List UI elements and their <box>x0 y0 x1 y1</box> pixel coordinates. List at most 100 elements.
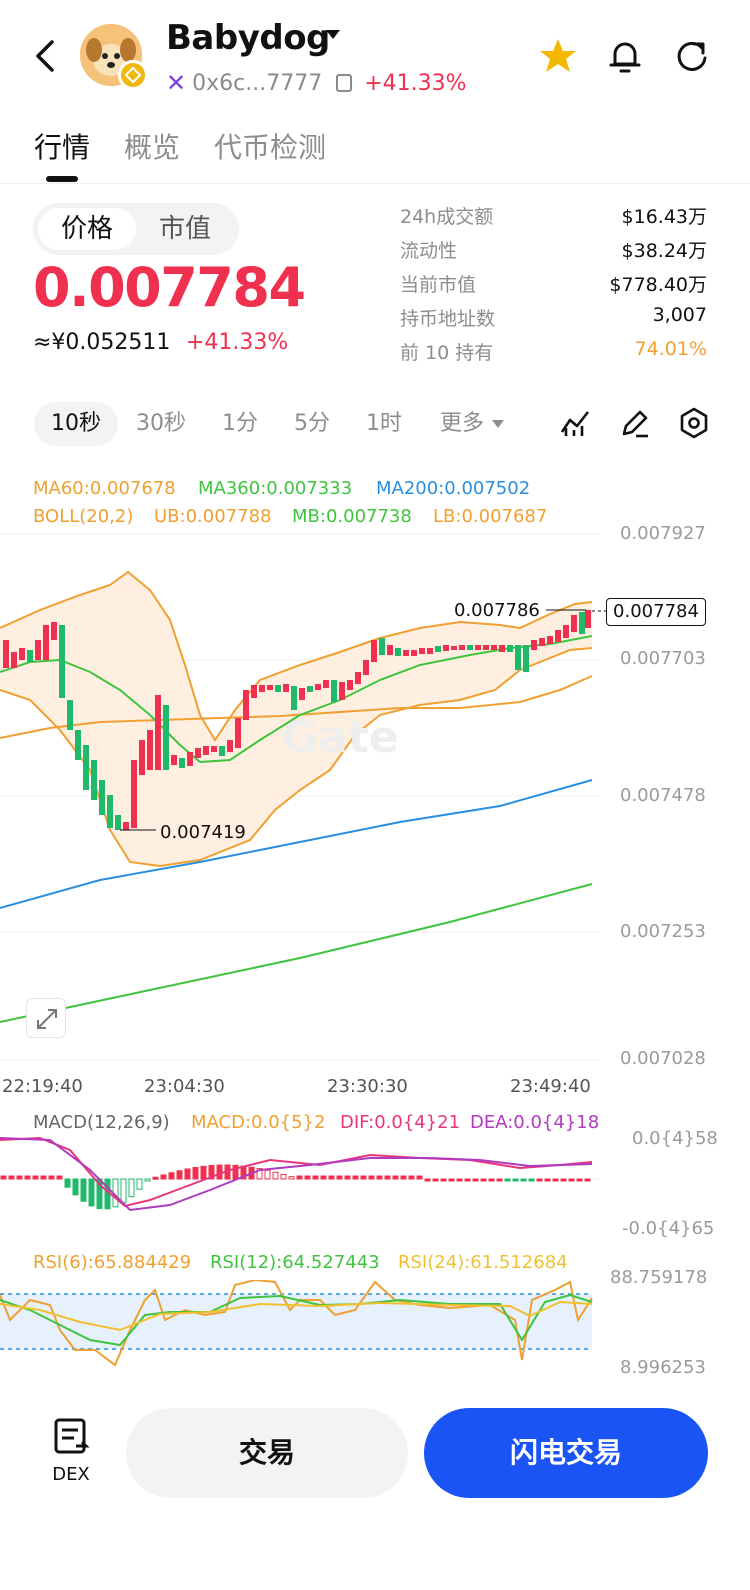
candle <box>123 822 129 830</box>
candle <box>19 648 25 660</box>
flash-trade-button[interactable]: 闪电交易 <box>424 1408 708 1498</box>
chevron-down-icon[interactable] <box>326 30 340 39</box>
candle <box>459 645 465 650</box>
macd-bar <box>480 1178 487 1182</box>
macd-bar <box>80 1178 87 1202</box>
toggle-marketcap[interactable]: 市值 <box>136 208 234 250</box>
candle <box>35 640 41 660</box>
rsi6-legend: RSI(6):65.884429 <box>33 1252 192 1273</box>
macd-bar <box>464 1178 471 1182</box>
candle <box>451 646 457 650</box>
macd-bar <box>368 1175 375 1180</box>
ma200-line <box>0 779 593 909</box>
dex-button[interactable]: DEX <box>40 1416 102 1486</box>
interval-1h[interactable]: 1时 <box>354 402 414 446</box>
candle <box>299 688 305 700</box>
macd-bar <box>184 1168 191 1180</box>
interval-10s[interactable]: 10秒 <box>34 402 118 446</box>
candle <box>251 685 257 698</box>
rsi24-legend: RSI(24):61.512684 <box>398 1252 568 1273</box>
bottom-action-bar: DEX 交易 闪电交易 <box>0 1378 750 1590</box>
interval-30s[interactable]: 30秒 <box>126 402 196 446</box>
macd-bar <box>520 1178 527 1182</box>
share-icon[interactable] <box>672 36 712 76</box>
current-price: 0.007784 <box>33 256 306 319</box>
macd-bar <box>8 1175 15 1180</box>
candle <box>563 625 569 638</box>
candle <box>219 746 225 756</box>
toggle-price[interactable]: 价格 <box>38 208 136 250</box>
candle <box>83 745 89 790</box>
trade-button[interactable]: 交易 <box>126 1408 408 1498</box>
candle <box>395 648 401 656</box>
candle <box>427 648 433 654</box>
macd-bar <box>560 1178 567 1182</box>
candle <box>195 748 201 758</box>
bnb-chain-icon <box>118 60 148 90</box>
macd-bar <box>264 1169 271 1180</box>
bell-icon[interactable] <box>605 36 645 76</box>
multichain-x-icon: ✕ <box>166 69 187 97</box>
interval-5m[interactable]: 5分 <box>282 402 342 446</box>
x-label: 23:30:30 <box>327 1076 408 1097</box>
candle <box>539 638 545 646</box>
macd-bar <box>128 1178 135 1198</box>
candle <box>291 686 297 710</box>
indicator-chart-icon[interactable] <box>558 406 592 440</box>
candle <box>523 645 529 672</box>
macd-bar <box>544 1178 551 1182</box>
tab-token-check[interactable]: 代币检测 <box>214 126 326 166</box>
macd-bar <box>352 1175 359 1180</box>
interval-1m[interactable]: 1分 <box>210 402 270 446</box>
candle <box>499 645 505 652</box>
candle <box>203 746 209 755</box>
high-price-label: 0.007786 <box>454 600 540 621</box>
settings-gear-icon[interactable] <box>677 406 711 440</box>
expand-icon[interactable] <box>26 998 66 1038</box>
tab-market[interactable]: 行情 <box>34 126 90 166</box>
candle <box>267 685 273 690</box>
macd-bar <box>216 1164 223 1180</box>
candlestick-chart[interactable] <box>0 460 750 1100</box>
candle <box>371 640 377 662</box>
dex-swap-icon <box>54 1418 90 1454</box>
candle <box>531 640 537 650</box>
candle <box>283 684 289 692</box>
macd-bar <box>360 1175 367 1180</box>
macd-bar <box>504 1178 511 1182</box>
candle <box>227 740 233 752</box>
macd-bar <box>456 1178 463 1182</box>
macd-bar <box>400 1175 407 1180</box>
macd-bar <box>176 1170 183 1180</box>
interval-more[interactable]: 更多 <box>430 402 514 446</box>
macd-bar <box>576 1178 583 1182</box>
address-row: ✕ 0x6c...7777 +41.33% <box>166 68 467 98</box>
stat-liquidity: 流动性 $38.24万 <box>400 240 707 262</box>
macd-bar <box>296 1175 303 1180</box>
star-icon[interactable] <box>538 36 578 76</box>
token-name[interactable]: Babydog <box>166 18 330 58</box>
macd-bar <box>160 1174 167 1180</box>
draw-pencil-icon[interactable] <box>618 406 652 440</box>
macd-bar <box>144 1178 151 1182</box>
tab-overview[interactable]: 概览 <box>124 126 180 166</box>
macd-bar <box>64 1178 71 1188</box>
back-arrow-icon[interactable] <box>30 38 62 74</box>
macd-bar <box>416 1175 423 1180</box>
token-avatar <box>80 24 148 90</box>
macd-bar <box>168 1172 175 1180</box>
candle <box>571 615 577 632</box>
macd-bar <box>336 1175 343 1180</box>
candle <box>403 650 409 656</box>
macd-bar <box>384 1175 391 1180</box>
candle <box>435 646 441 652</box>
candle <box>67 700 73 730</box>
candle <box>411 650 417 656</box>
macd-bar <box>56 1175 63 1180</box>
cny-price: ≈¥0.052511 <box>33 330 171 355</box>
copy-icon[interactable] <box>336 74 353 92</box>
candle <box>75 730 81 760</box>
macd-bar <box>304 1175 311 1180</box>
candle <box>491 645 497 650</box>
macd-bar <box>424 1178 431 1182</box>
